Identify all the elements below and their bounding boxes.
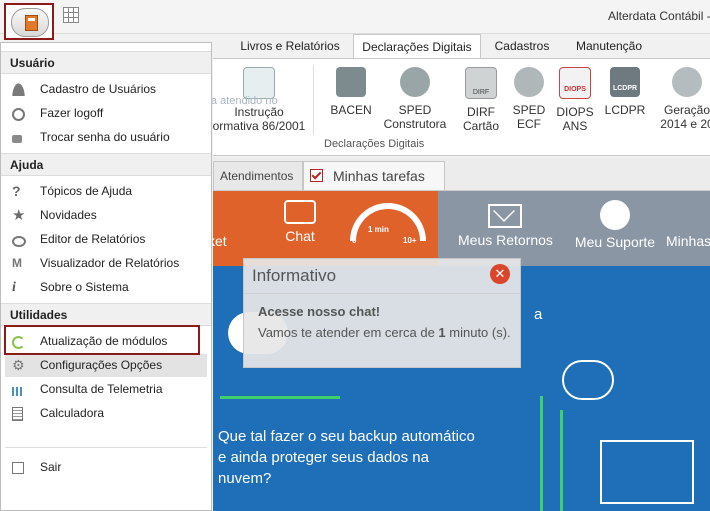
lcdpr-icon: LCDPR [610,67,640,97]
tab-minhas-tarefas[interactable]: Minhas tarefas [303,161,445,190]
calculator-icon [12,407,23,421]
banner-letter: a [534,306,543,323]
menu-item-visualizador-relatorios[interactable]: M Visualizador de Relatórios [5,252,207,275]
support-person-icon [600,200,630,230]
gauge-min: 0 [352,236,357,245]
window-title: Alterdata Contábil - [608,9,710,23]
section-header-usuario: Usuário [1,51,211,74]
menu-item-fazer-logoff[interactable]: Fazer logoff [5,102,207,125]
info-icon: i [12,280,16,295]
section-header-ajuda: Ajuda [1,153,211,176]
title-bar [0,0,710,34]
gear-icon: ⚙ [12,357,25,373]
logoff-icon [12,108,25,121]
meus-retornos-button[interactable]: Meus Retornos [458,204,553,248]
popup-message: Vamos te atender em cerca de 1 minuto (s… [258,325,511,340]
lcdpr-button[interactable]: LCDPR LCDPR [603,67,647,117]
meu-suporte-button[interactable]: Meu Suporte [574,200,656,250]
gauge-max: 10+ [403,236,417,245]
tab-livros-relatorios[interactable]: Livros e Relatórios [235,34,345,58]
menu-item-consulta-telemetria[interactable]: Consulta de Telemetria [5,378,207,401]
dirf-cartao-button[interactable]: DIRF DIRF Cartão [456,67,506,133]
menu-item-sair[interactable]: Sair [5,456,207,479]
backup-promo-text: Que tal fazer o seu backup automático e … [218,428,475,487]
tab-cadastros[interactable]: Cadastros [487,34,557,58]
close-icon[interactable]: ✕ [490,264,510,284]
tab-manutencao[interactable]: Manutenção [567,34,651,58]
sped-icon [400,67,430,97]
minhas-button[interactable]: Minhas [666,233,710,249]
dirf-icon: DIRF [465,67,497,99]
grid-icon[interactable] [63,7,79,23]
user-icon [12,83,25,96]
tab-atendimentos[interactable]: Atendimentos [213,161,303,190]
menu-item-sobre-sistema[interactable]: i Sobre o Sistema [5,276,207,299]
gauge-value: 1 min [368,225,389,234]
app-orb[interactable] [11,8,49,37]
decorative-line [220,396,340,399]
report-viewer-icon: M [12,256,22,270]
eye-icon [12,236,26,247]
ribbon-separator [313,65,314,135]
geracao-button[interactable]: Geração 2014 e 20 [657,67,710,131]
circuit-line [560,410,563,511]
section-header-utilidades: Utilidades [1,303,211,326]
popup-heading: Acesse nosso chat! [258,304,381,319]
chat-icon [284,200,316,224]
menu-item-topicos-ajuda[interactable]: ? Tópicos de Ajuda [5,180,207,203]
menu-item-novidades[interactable]: ★ Novidades [5,204,207,227]
lock-icon [12,135,22,143]
help-icon: ? [12,183,21,199]
menu-item-trocar-senha[interactable]: Trocar senha do usuário [5,126,207,149]
highlight-annotation [4,325,200,355]
menu-item-editor-relatorios[interactable]: Editor de Relatórios [5,228,207,251]
menu-divider [5,447,207,448]
envelope-icon [488,204,522,228]
bacen-icon [336,67,366,97]
checkbox-icon [310,169,323,182]
diops-icon: DIOPS [559,67,591,99]
informativo-popup: Informativo ✕ Acesse nosso chat! Vamos t… [243,258,521,368]
sped-ecf-icon [514,67,544,97]
application-menu: Usuário Cadastro de Usuários Fazer logof… [0,42,212,511]
exit-icon [12,462,24,474]
laptop-illustration [600,440,694,504]
calculator-app-icon [25,15,38,31]
sped-construtora-button[interactable]: SPED Construtora [383,67,447,131]
circuit-line [540,396,543,511]
bacen-button[interactable]: BACEN [325,67,377,117]
chat-button[interactable]: Chat [280,200,320,244]
tab-declaracoes-digitais[interactable]: Declarações Digitais [353,34,481,59]
menu-item-calculadora[interactable]: Calculadora [5,402,207,425]
generation-icon [672,67,702,97]
popup-title: Informativo [252,266,337,285]
diops-ans-button[interactable]: DIOPS DIOPS ANS [553,67,597,133]
popup-divider [244,293,520,294]
module-tab-strip: Atendimentos Minhas tarefas [213,158,710,191]
menu-item-configuracoes-opcoes[interactable]: ⚙ Configurações Opções [5,354,207,377]
cloud-outline-icon [562,360,614,400]
application-menu-button[interactable] [4,3,54,40]
menu-item-cadastro-usuarios[interactable]: Cadastro de Usuários [5,78,207,101]
ribbon-group-label: Declarações Digitais [324,138,425,150]
sped-ecf-button[interactable]: SPED ECF [509,67,549,131]
star-icon: ★ [12,207,26,224]
telemetry-icon [12,387,25,396]
